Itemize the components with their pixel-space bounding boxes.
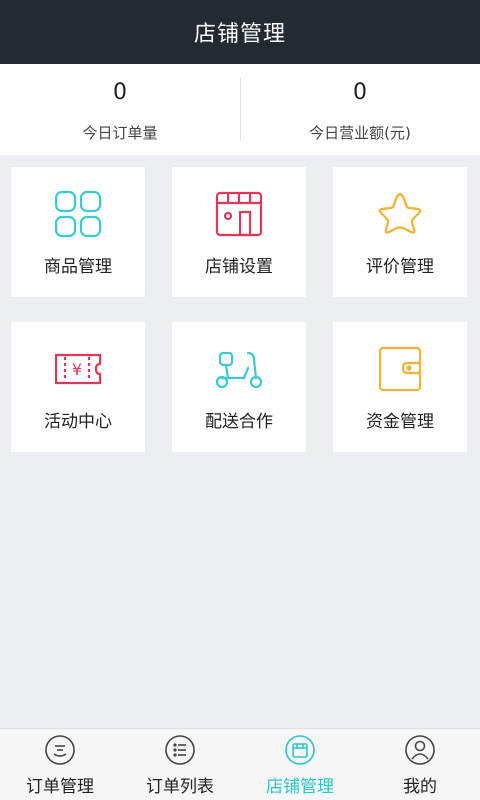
stat-orders-value: 0 xyxy=(113,80,127,105)
tile-label: 配送合作 xyxy=(205,412,273,432)
tab-label: 店铺管理 xyxy=(266,777,334,797)
svg-text:¥: ¥ xyxy=(72,360,82,379)
tile-product-management[interactable]: 商品管理 xyxy=(11,167,145,297)
tab-mine[interactable]: 我的 xyxy=(360,729,480,800)
stat-revenue: 0 今日营业额(元) xyxy=(240,64,480,155)
tile-activity-center[interactable]: ¥ 活动中心 xyxy=(11,322,145,452)
tile-store-settings[interactable]: 店铺设置 xyxy=(172,167,306,297)
stat-revenue-label: 今日营业额(元) xyxy=(309,124,411,142)
tab-label: 我的 xyxy=(403,777,437,797)
tile-review-management[interactable]: 评价管理 xyxy=(333,167,467,297)
tab-order-list[interactable]: 订单列表 xyxy=(120,729,240,800)
tab-label: 订单列表 xyxy=(146,777,214,797)
page-title: 店铺管理 xyxy=(193,22,286,47)
stat-orders: 0 今日订单量 xyxy=(0,64,240,155)
tile-fund-management[interactable]: 资金管理 xyxy=(333,322,467,452)
list-icon xyxy=(164,734,196,766)
ticket-icon: ¥ xyxy=(53,344,103,394)
tile-label: 店铺设置 xyxy=(205,257,273,277)
scooter-icon xyxy=(214,344,264,394)
stat-revenue-value: 0 xyxy=(353,80,367,105)
tile-delivery-cooperation[interactable]: 配送合作 xyxy=(172,322,306,452)
tab-label: 订单管理 xyxy=(26,777,94,797)
user-icon xyxy=(404,734,436,766)
today-stats: 0 今日订单量 0 今日营业额(元) xyxy=(0,64,480,155)
bottom-tab-bar: 订单管理 订单列表 店铺管理 我的 xyxy=(0,728,480,800)
tile-label: 商品管理 xyxy=(44,257,112,277)
store-icon xyxy=(284,734,316,766)
stat-orders-label: 今日订单量 xyxy=(82,124,158,142)
tile-label: 评价管理 xyxy=(366,257,434,277)
star-icon xyxy=(375,189,425,239)
tile-label: 资金管理 xyxy=(366,412,434,432)
grid-icon xyxy=(53,189,103,239)
wallet-icon xyxy=(375,344,425,394)
app-header: 店铺管理 xyxy=(0,0,480,64)
tile-label: 活动中心 xyxy=(44,412,112,432)
order-face-icon xyxy=(44,734,76,766)
tab-order-management[interactable]: 订单管理 xyxy=(0,729,120,800)
tab-store-management[interactable]: 店铺管理 xyxy=(240,729,360,800)
storefront-icon xyxy=(214,189,264,239)
